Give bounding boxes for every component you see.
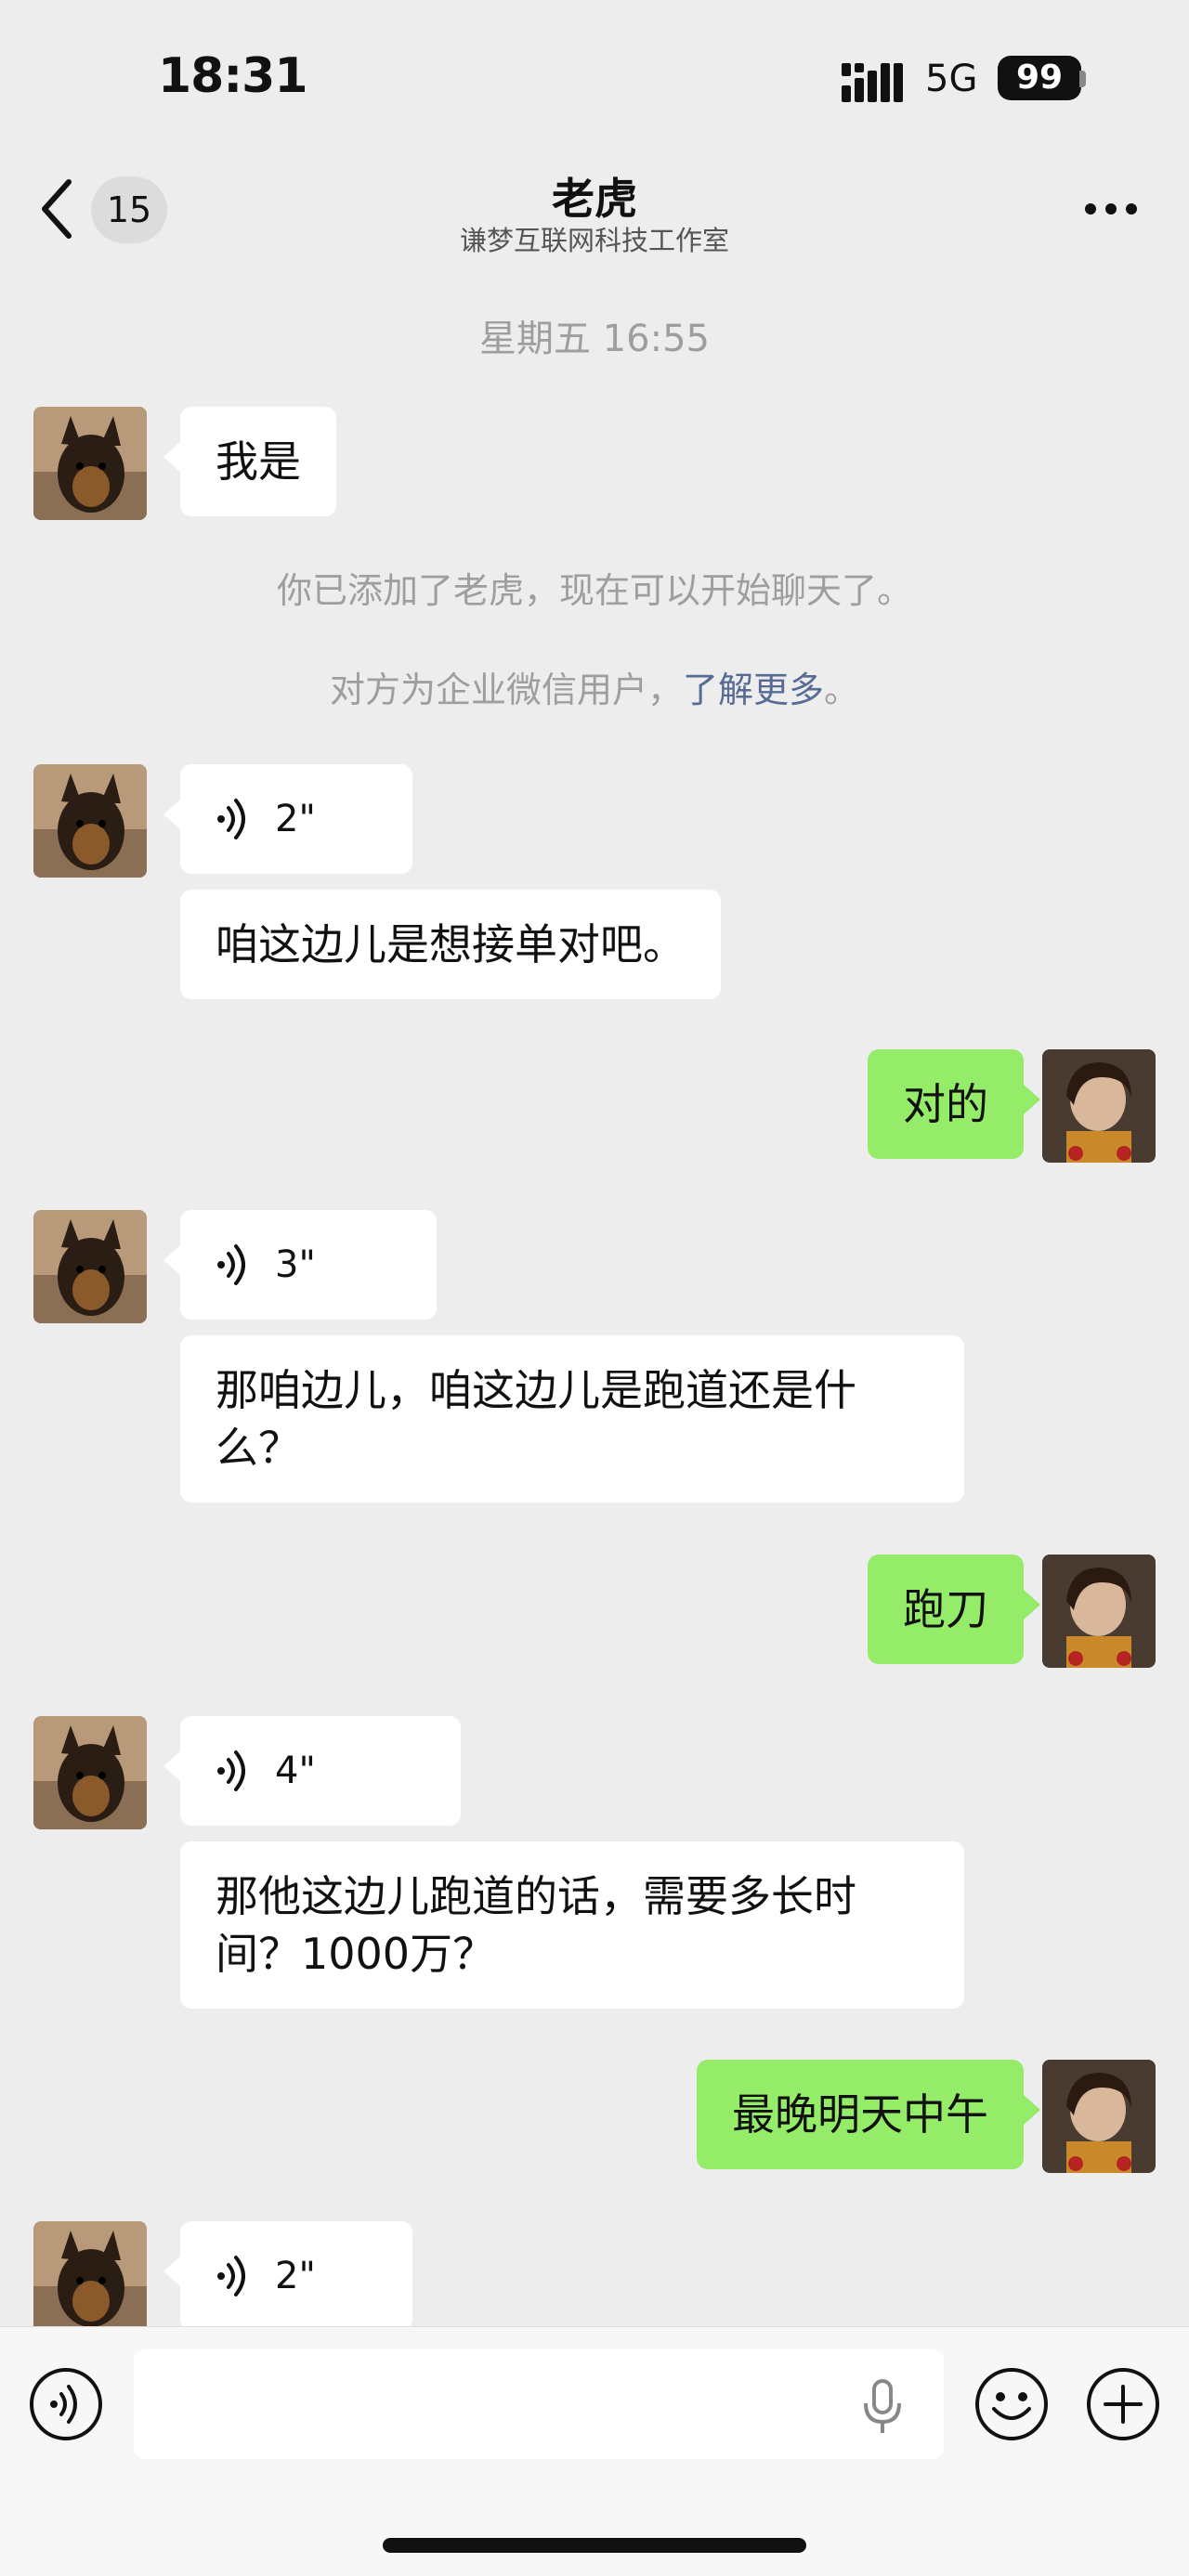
voice-input-icon[interactable] <box>28 2366 104 2442</box>
message-text-line: 间？1000万？ <box>216 1929 496 1979</box>
message-text: 咱这边儿是想接单对吧。 <box>216 919 686 969</box>
voice-wave-icon <box>217 799 245 839</box>
voice-wave-icon <box>217 2256 245 2296</box>
voice-message-bubble[interactable]: 2" <box>163 2221 412 2331</box>
voice-wave-icon <box>217 1750 245 1791</box>
message-text-line: 么？ <box>216 1423 301 1473</box>
contact-avatar[interactable] <box>33 1716 147 1829</box>
message-text: 最晚明天中午 <box>732 2089 988 2140</box>
message-bubble[interactable]: 那咱边儿，咱这边儿是跑道还是什 么？ <box>180 1335 964 1503</box>
battery-tip <box>1079 71 1086 87</box>
my-message-bubble[interactable]: 跑刀 <box>868 1555 1040 1664</box>
microphone-icon[interactable] <box>862 2379 903 2435</box>
message-bubble[interactable]: 那他这边儿跑道的话，需要多长时 间？1000万？ <box>180 1841 964 2009</box>
contact-avatar[interactable] <box>33 2221 147 2335</box>
system-notice-added: 你已添加了老虎，现在可以开始聊天了。 <box>276 570 912 611</box>
message-text: 跑刀 <box>903 1584 988 1634</box>
home-indicator <box>383 2538 806 2553</box>
voice-duration: 4" <box>275 1750 316 1792</box>
my-avatar[interactable] <box>1042 2060 1156 2173</box>
ellipsis-icon[interactable] <box>1083 199 1139 219</box>
contact-avatar[interactable] <box>33 764 147 878</box>
voice-duration: 2" <box>275 798 316 840</box>
signal-icon <box>842 63 903 102</box>
message-text: 对的 <box>903 1079 988 1129</box>
emoji-icon[interactable] <box>973 2366 1050 2442</box>
voice-duration: 3" <box>275 1243 316 1286</box>
network-label: 5G <box>925 58 978 100</box>
my-avatar[interactable] <box>1042 1555 1156 1668</box>
battery-indicator: 99 <box>998 56 1081 100</box>
plus-icon[interactable] <box>1085 2366 1161 2442</box>
my-message-bubble[interactable]: 对的 <box>868 1049 1040 1159</box>
voice-message-bubble[interactable]: 3" <box>163 1210 437 1320</box>
system-notice-enterprise: 对方为企业微信用户，了解更多。 <box>0 661 1189 712</box>
contact-avatar[interactable] <box>33 407 147 520</box>
system-notice-text: 对方为企业微信用户， <box>329 670 683 710</box>
my-message-bubble[interactable]: 最晚明天中午 <box>697 2060 1040 2169</box>
message-bubble[interactable]: 咱这边儿是想接单对吧。 <box>180 890 721 999</box>
voice-duration: 2" <box>275 2255 316 2297</box>
message-timestamp: 星期五 16:55 <box>479 318 710 360</box>
chat-title: 老虎 <box>552 174 637 224</box>
voice-message-bubble[interactable]: 2" <box>163 764 412 874</box>
message-text: 我是 <box>216 436 301 487</box>
learn-more-link[interactable]: 了解更多 <box>683 670 824 710</box>
chat-subtitle: 谦梦互联网科技工作室 <box>459 225 729 256</box>
message-input[interactable] <box>134 2349 944 2459</box>
message-bubble[interactable]: 我是 <box>163 407 336 516</box>
contact-avatar[interactable] <box>33 1210 147 1323</box>
my-avatar[interactable] <box>1042 1049 1156 1163</box>
system-notice-period: 。 <box>824 670 860 710</box>
message-text-line: 那他这边儿跑道的话，需要多长时 <box>216 1871 856 1921</box>
status-time: 18:31 <box>158 48 308 104</box>
voice-wave-icon <box>217 1244 245 1285</box>
message-text-line: 那咱边儿，咱这边儿是跑道还是什 <box>216 1365 856 1415</box>
voice-message-bubble[interactable]: 4" <box>163 1716 461 1826</box>
